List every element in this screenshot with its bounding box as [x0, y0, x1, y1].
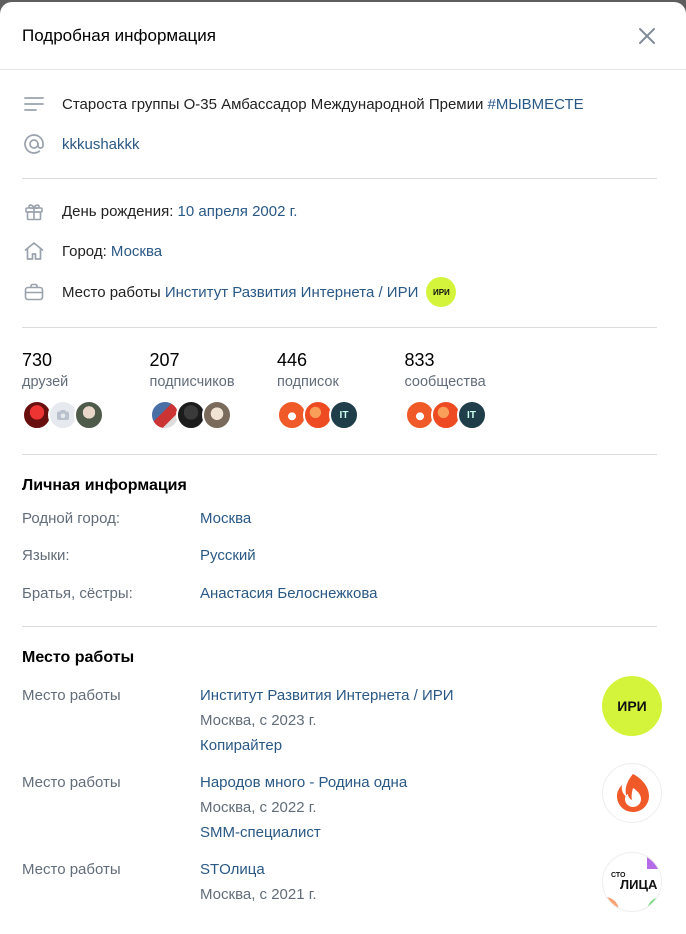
avatar-group — [22, 400, 150, 430]
close-icon — [639, 27, 655, 44]
text-lines-icon — [22, 92, 46, 116]
work-place: Москва, с 2022 г. — [200, 799, 317, 816]
work-key: Место работы — [22, 774, 121, 791]
work-key: Место работы — [22, 687, 121, 704]
stat-number: 833 — [404, 350, 435, 370]
iri-logo-text: ИРИ — [617, 698, 647, 714]
work-item: Место работы STОлица Москва, с 2021 г. С… — [0, 852, 686, 917]
job-label: Место работы — [62, 283, 161, 301]
modal-title: Подробная информация — [22, 25, 216, 45]
personal-info-list: Родной город: Москва Языки: Русский Брат… — [0, 510, 686, 615]
avatar[interactable] — [74, 400, 104, 430]
work-position-link[interactable]: Копирайтер — [200, 737, 282, 754]
home-icon — [22, 239, 46, 263]
job-link[interactable]: Институт Развития Интернета / ИРИ — [165, 284, 419, 301]
at-sign-icon — [22, 132, 46, 156]
birthday-link[interactable]: 10 апреля 2002 г. — [178, 203, 298, 220]
job-row: Место работы Институт Развития Интернета… — [0, 271, 686, 313]
nickname-link[interactable]: kkkushakkk — [62, 136, 140, 153]
birthday-label: День рождения: — [62, 202, 174, 220]
info-value-link[interactable]: Анастасия Белоснежкова — [200, 585, 378, 615]
info-key: Языки: — [22, 547, 70, 564]
stat-following[interactable]: 446 подписок IT — [277, 350, 405, 430]
work-place: Москва, с 2021 г. — [200, 886, 317, 903]
avatar[interactable]: IT — [456, 400, 487, 430]
stat-label: друзей — [22, 374, 69, 390]
stat-friends[interactable]: 730 друзей — [22, 350, 150, 430]
info-key: Родной город: — [22, 510, 121, 527]
iri-logo[interactable]: ИРИ — [602, 676, 662, 736]
work-org-link[interactable]: STОлица — [200, 861, 265, 878]
phoenix-logo[interactable] — [602, 763, 662, 823]
stat-number: 446 — [277, 350, 308, 370]
work-section-title: Место работы — [22, 649, 135, 666]
iri-badge-logo[interactable]: ИРИ — [426, 277, 457, 307]
personal-section-title: Личная информация — [22, 477, 187, 494]
work-place: Москва, с 2023 г. — [200, 712, 317, 729]
birthday-row: День рождения: 10 апреля 2002 г. — [0, 191, 686, 231]
divider — [22, 178, 657, 179]
phoenix-icon — [604, 765, 661, 822]
status-hashtag-link[interactable]: #МЫВМЕСТЕ — [488, 96, 584, 113]
avatar-group: IT — [277, 400, 405, 430]
stolitsa-logo[interactable]: СТО ЛИЦА — [602, 852, 662, 912]
info-row-hometown: Родной город: Москва — [0, 510, 686, 547]
divider — [22, 626, 657, 627]
work-org-link[interactable]: Народов много - Родина одна — [200, 774, 407, 791]
camera-icon — [57, 410, 69, 420]
stat-label: сообщества — [404, 374, 486, 390]
stat-number: 207 — [149, 350, 180, 370]
info-row-siblings: Братья, сёстры: Анастасия Белоснежкова — [0, 585, 686, 615]
info-row-languages: Языки: Русский — [0, 547, 686, 585]
close-button[interactable] — [635, 24, 659, 48]
briefcase-icon — [22, 280, 46, 304]
modal-header: Подробная информация — [0, 2, 686, 70]
city-label: Город: — [62, 242, 107, 260]
status-text: Староста группы О-35 Амбассадор Междунар… — [62, 95, 488, 113]
iri-badge-text: ИРИ — [432, 287, 450, 297]
info-value-link[interactable]: Москва — [200, 510, 251, 547]
stat-followers[interactable]: 207 подписчиков — [149, 350, 278, 430]
it-logo-icon: IT — [339, 409, 349, 421]
stat-label: подписчиков — [149, 374, 235, 390]
divider — [22, 327, 657, 328]
divider — [22, 454, 657, 455]
stolitsa-logo-litsa: ЛИЦА — [620, 877, 658, 892]
work-item: Место работы Народов много - Родина одна… — [0, 763, 686, 857]
avatar-group — [149, 400, 278, 430]
info-value-link[interactable]: Русский — [200, 547, 256, 585]
details-modal: Подробная информация Староста группы О-3… — [0, 2, 686, 934]
city-row: Город: Москва — [0, 231, 686, 271]
work-org-link[interactable]: Институт Развития Интернета / ИРИ — [200, 687, 454, 704]
nickname-row: kkkushakkk — [0, 125, 686, 163]
work-item: Место работы Институт Развития Интернета… — [0, 676, 686, 770]
avatar-group: IT — [404, 400, 533, 430]
work-position-link[interactable]: SMM-специалист — [200, 824, 321, 841]
work-key: Место работы — [22, 861, 121, 878]
stat-communities[interactable]: 833 сообщества IT — [404, 350, 533, 430]
stats-row: 730 друзей 207 подписчиков 446 подписок — [0, 350, 686, 430]
avatar[interactable] — [201, 400, 232, 430]
stat-label: подписок — [277, 374, 339, 390]
avatar[interactable]: IT — [329, 400, 359, 430]
gift-icon — [22, 199, 46, 223]
info-key: Братья, сёстры: — [22, 585, 133, 602]
stat-number: 730 — [22, 350, 53, 370]
status-row: Староста группы О-35 Амбассадор Междунар… — [0, 83, 686, 125]
it-logo-icon: IT — [467, 409, 476, 421]
city-link[interactable]: Москва — [111, 243, 162, 260]
